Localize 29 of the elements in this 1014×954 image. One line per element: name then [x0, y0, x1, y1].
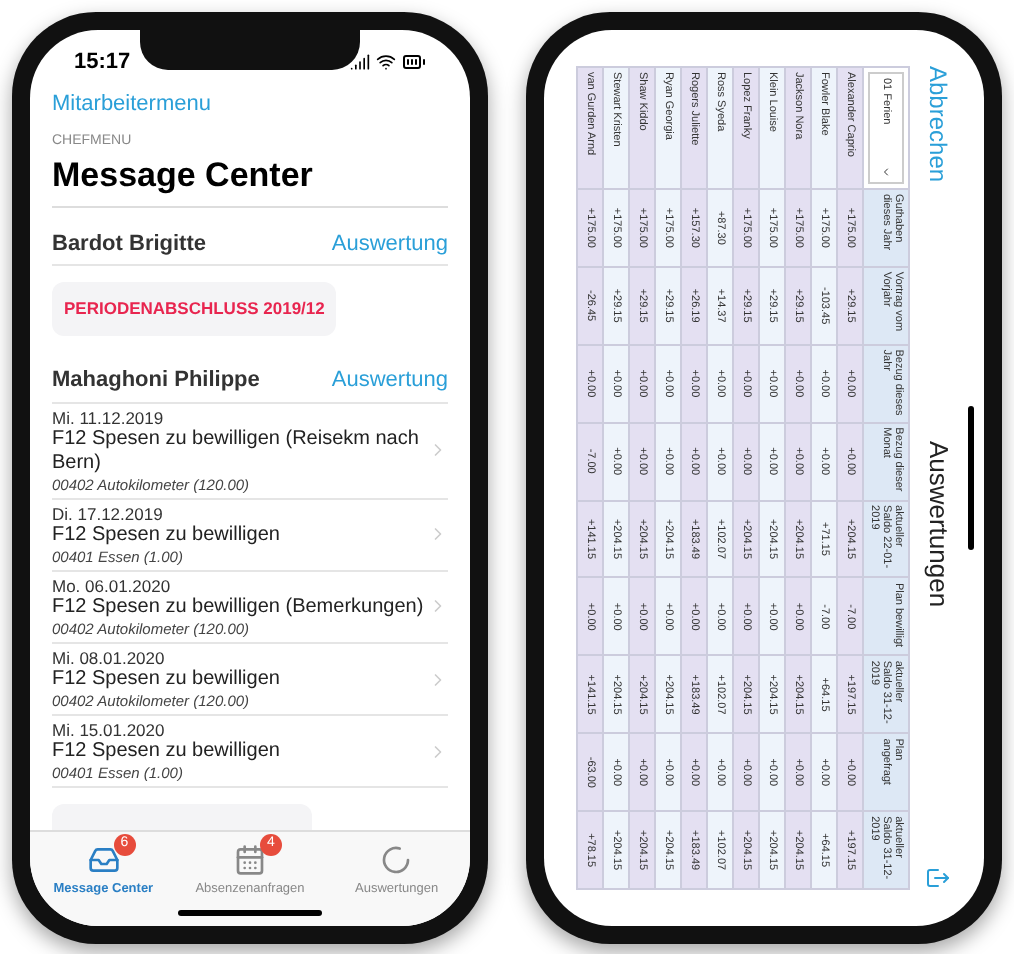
calendar-icon	[233, 843, 266, 875]
page-title: Message Center	[52, 153, 448, 208]
export-icon[interactable]	[926, 864, 950, 889]
report-link[interactable]: Auswertung	[331, 227, 448, 261]
status-time: 15:17	[74, 47, 131, 78]
signal-icon	[350, 52, 370, 72]
message-title: F12 Spesen zu bewilligen	[52, 668, 282, 693]
loading-icon	[380, 843, 413, 875]
page-title: Auswertungen	[921, 439, 956, 607]
message-title: F12 Spesen zu bewilligen (Bemerkungen)	[52, 596, 426, 621]
message-date: Mo. 06.01.2020	[52, 575, 173, 597]
message-date: Mi. 08.01.2020	[52, 648, 167, 669]
wifi-icon	[376, 52, 396, 72]
home-indicator	[968, 405, 974, 549]
employee-name: Bardot Brigitte	[52, 229, 206, 260]
notice-card[interactable]: PERIODENABSCHLUSS 2019/12	[52, 282, 337, 336]
battery-icon	[402, 50, 426, 74]
report-link[interactable]: Auswertung	[331, 364, 448, 397]
back-link[interactable]: Mitarbeitermenu	[52, 87, 211, 120]
message-date: Mi. 11.12.2019	[52, 407, 166, 428]
message-date: Di. 17.12.2019	[52, 503, 165, 524]
home-indicator	[178, 909, 322, 915]
employee-name: Mahaghoni Philippe	[52, 366, 260, 396]
message-title: F12 Spesen zu bewilligen	[52, 523, 282, 548]
message-title: F12 Spesen zu bewilligen (Reisekm nach Bern)	[52, 427, 421, 476]
message-title: F12 Spesen zu bewilligen	[52, 740, 282, 765]
cancel-link[interactable]: Abbrechen	[920, 65, 956, 182]
inbox-icon	[87, 843, 120, 875]
message-date: Mi. 15.01.2020	[52, 720, 167, 741]
